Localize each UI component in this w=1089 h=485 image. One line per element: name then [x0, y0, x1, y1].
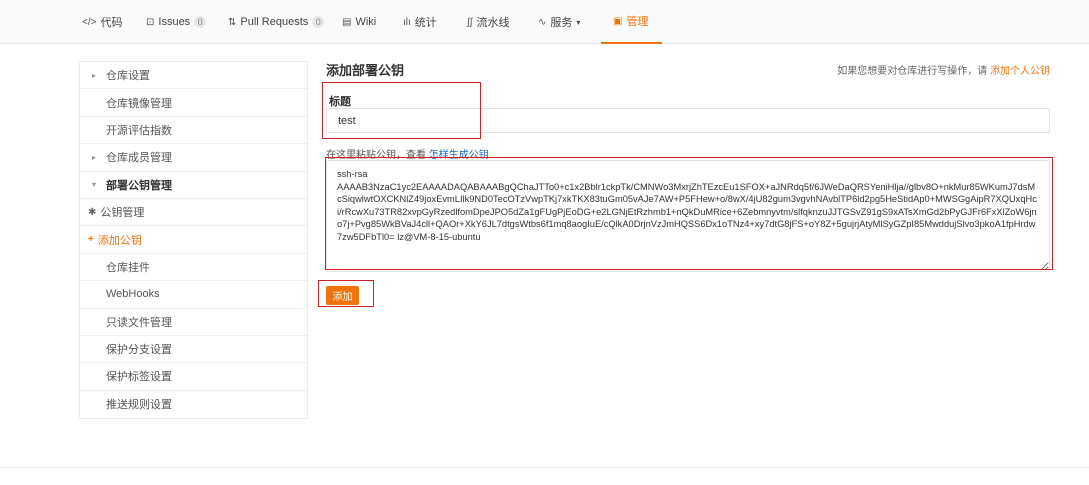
sidebar-item-repo-settings[interactable]: ▸ 仓库设置 — [80, 62, 307, 90]
tab-code-label: 代码 — [100, 17, 123, 29]
chevron-right-icon: ▸ — [92, 70, 97, 80]
manage-icon: ▣ — [613, 15, 623, 27]
pull-request-icon: ⇅ — [228, 16, 237, 28]
sidebar-item-oss-index[interactable]: 开源评估指数 — [80, 117, 307, 145]
tab-stats-label: 统计 — [414, 17, 437, 29]
add-key-button[interactable]: 添加 — [326, 286, 359, 305]
paste-key-hint: 在这里粘贴公钥，查看 怎样生成公钥 — [326, 146, 489, 161]
plus-icon: + — [88, 234, 94, 246]
pipeline-icon: ∫∫ — [467, 16, 473, 28]
code-icon: </> — [82, 16, 97, 28]
tab-pull-requests[interactable]: ⇅ Pull Requests 0 — [228, 0, 325, 44]
tab-services[interactable]: ∿ 服务 ▾ — [538, 0, 580, 44]
sidebar-item-push-rules[interactable]: 推送规则设置 — [80, 391, 307, 418]
footer-divider — [0, 467, 1089, 468]
sidebar-item-label: 仓库设置 — [106, 70, 150, 83]
tab-manage[interactable]: ▣ 管理 — [601, 0, 663, 44]
public-key-textarea[interactable]: ssh-rsa AAAAB3NzaC1yc2EAAAADAQABAAABgQCh… — [326, 160, 1050, 272]
services-icon: ∿ — [538, 16, 547, 28]
chevron-right-icon: ▸ — [92, 152, 97, 162]
sidebar-item-members[interactable]: ▸ 仓库成员管理 — [80, 144, 307, 172]
tab-wiki[interactable]: ▤ Wiki — [342, 0, 376, 44]
sidebar-item-label: 公钥管理 — [100, 207, 145, 220]
tab-pull-requests-label: Pull Requests — [240, 16, 309, 28]
sidebar-item-label: 只读文件管理 — [106, 316, 172, 329]
sidebar-item-deploy-keys[interactable]: ▾ 部署公钥管理 — [80, 172, 307, 199]
tab-pipeline[interactable]: ∫∫ 流水线 — [467, 0, 509, 44]
chevron-down-icon: ▾ — [576, 17, 581, 27]
title-field-label: 标题 — [329, 96, 351, 108]
sidebar-item-mirror[interactable]: 仓库镜像管理 — [80, 89, 307, 117]
hint-text: 如果您想要对仓库进行写操作，请 — [837, 66, 988, 77]
gear-icon: ✱ — [88, 206, 97, 218]
sidebar-item-label: 添加公钥 — [97, 234, 142, 247]
sidebar-item-readonly-files[interactable]: 只读文件管理 — [80, 309, 307, 336]
sidebar-item-label: 保护分支设置 — [106, 344, 172, 357]
pull-requests-count-badge: 0 — [312, 16, 325, 28]
chevron-down-icon: ▾ — [92, 180, 97, 190]
sidebar-item-webhooks[interactable]: WebHooks — [80, 281, 307, 309]
sidebar-item-label: 部署公钥管理 — [106, 179, 172, 192]
sidebar-item-label: 仓库镜像管理 — [106, 97, 172, 110]
tab-code[interactable]: </> 代码 — [82, 0, 122, 44]
sidebar-item-protected-tags[interactable]: 保护标签设置 — [80, 363, 307, 391]
sidebar-item-label: 开源评估指数 — [106, 124, 172, 137]
wiki-icon: ▤ — [342, 16, 352, 28]
page: </> 代码 ⊡ Issues 0 ⇅ Pull Requests 0 ▤ Wi… — [0, 0, 1089, 485]
sidebar-item-protected-branches[interactable]: 保护分支设置 — [80, 336, 307, 364]
repo-nav-bar: </> 代码 ⊡ Issues 0 ⇅ Pull Requests 0 ▤ Wi… — [0, 0, 1089, 44]
issues-icon: ⊡ — [146, 16, 155, 28]
sidebar-item-key-management[interactable]: ✱ 公钥管理 — [80, 199, 307, 227]
sidebar-item-add-key[interactable]: + 添加公钥 — [80, 226, 307, 254]
page-title: 添加部署公钥 — [326, 63, 405, 78]
sidebar-item-label: 推送规则设置 — [106, 399, 172, 412]
tab-stats[interactable]: ılı 统计 — [403, 0, 437, 44]
stats-icon: ılı — [403, 16, 411, 28]
sidebar-item-label: 仓库挂件 — [106, 261, 150, 274]
personal-key-hint: 如果您想要对仓库进行写操作，请 添加个人公钥 — [837, 62, 1050, 77]
tab-issues-label: Issues — [158, 16, 191, 28]
sidebar-item-label: 保护标签设置 — [106, 371, 172, 384]
title-input[interactable] — [326, 108, 1050, 133]
sidebar-item-label: WebHooks — [106, 288, 160, 301]
sidebar-item-widgets[interactable]: 仓库挂件 — [80, 254, 307, 282]
issues-count-badge: 0 — [194, 16, 207, 28]
sidebar-item-label: 仓库成员管理 — [106, 152, 172, 165]
tab-services-label: 服务 — [550, 17, 573, 29]
tab-issues[interactable]: ⊡ Issues 0 — [146, 0, 207, 44]
settings-sidebar: ▸ 仓库设置 仓库镜像管理 开源评估指数 ▸ 仓库成员管理 ▾ 部署公钥管理 ✱… — [79, 61, 308, 420]
tab-pipeline-label: 流水线 — [476, 17, 510, 29]
tab-wiki-label: Wiki — [355, 16, 377, 28]
add-personal-key-link[interactable]: 添加个人公钥 — [990, 66, 1050, 77]
tab-manage-label: 管理 — [626, 16, 649, 28]
